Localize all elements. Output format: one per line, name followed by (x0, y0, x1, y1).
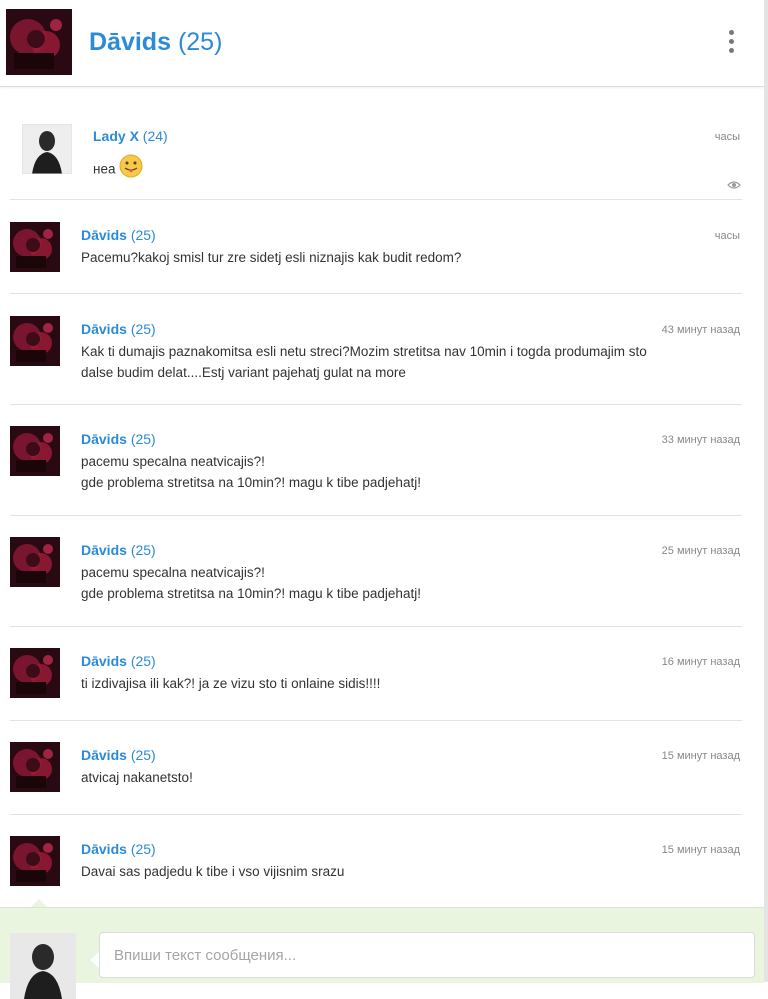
sender-avatar[interactable] (10, 537, 60, 587)
message-composer (0, 907, 764, 999)
message-line-text: Pacemu?kakoj smisl tur zre sidetj esli n… (81, 250, 462, 265)
contact-avatar[interactable] (6, 9, 72, 75)
author-age: (25) (130, 747, 156, 763)
sender-avatar[interactable] (10, 836, 60, 886)
author-age: (25) (130, 542, 156, 558)
contact-name: Dāvids (25) (89, 28, 222, 57)
message-text: Kak ti dumajis paznakomitsa esli netu st… (81, 341, 741, 383)
message-line-text: dalse budim delat....Estj variant pajeha… (81, 365, 406, 380)
author-age: (24) (142, 128, 168, 144)
tongue-face-emoji-icon (119, 154, 143, 178)
message-line-text: неа (93, 161, 116, 177)
message-line-text: pacemu specalna neatvicajis?! (81, 454, 265, 469)
message-divider (10, 515, 742, 516)
message-timestamp: 15 минут назад (661, 844, 740, 856)
author-age: (25) (130, 321, 156, 337)
message-line-text: Davai sas padjedu k tibe i vso vijisnim … (81, 864, 345, 879)
message-line-text: ti izdivajisa ili kak?! ja ze vizu sto t… (81, 676, 381, 691)
message-line: pacemu specalna neatvicajis?! (81, 562, 741, 583)
author-name: Dāvids (81, 841, 127, 857)
message-line: gde problema stretitsa na 10min?! magu k… (81, 583, 741, 604)
author-name: Dāvids (81, 653, 127, 669)
sender-avatar[interactable] (10, 316, 60, 366)
sender-avatar[interactable] (10, 426, 60, 476)
author-name: Lady X (93, 128, 139, 144)
message-timestamp: 25 минут назад (661, 545, 740, 557)
message-line: ti izdivajisa ili kak?! ja ze vizu sto t… (81, 673, 741, 694)
message-author[interactable]: Lady X (24) (93, 128, 168, 144)
author-name: Dāvids (81, 747, 127, 763)
message-line: Kak ti dumajis paznakomitsa esli netu st… (81, 341, 741, 362)
message-divider (10, 720, 742, 721)
message-author[interactable]: Dāvids (25) (81, 747, 156, 763)
author-name: Dāvids (81, 431, 127, 447)
message-line-text: atvicaj nakanetsto! (81, 770, 193, 785)
author-age: (25) (130, 227, 156, 243)
message-line-text: gde problema stretitsa na 10min?! magu k… (81, 586, 421, 601)
my-avatar[interactable] (10, 933, 76, 999)
message-timestamp: часы (714, 230, 740, 242)
message-author[interactable]: Dāvids (25) (81, 431, 156, 447)
message-line: Davai sas padjedu k tibe i vso vijisnim … (81, 861, 741, 882)
scrollbar-track[interactable] (764, 0, 768, 982)
contact-age: (25) (177, 28, 223, 56)
chat-header: Dāvids (25) (0, 0, 768, 87)
message-timestamp: 15 минут назад (661, 750, 740, 762)
message-line-text: pacemu specalna neatvicajis?! (81, 565, 265, 580)
message-divider (10, 626, 742, 627)
message-text: pacemu specalna neatvicajis?! gde problem… (81, 451, 741, 493)
message-text: atvicaj nakanetsto! (81, 767, 741, 788)
message-line: pacemu specalna neatvicajis?! (81, 451, 741, 472)
message-text: Davai sas padjedu k tibe i vso vijisnim … (81, 861, 741, 882)
message-divider (10, 404, 742, 405)
message-line: atvicaj nakanetsto! (81, 767, 741, 788)
message-line-text: gde problema stretitsa na 10min?! magu k… (81, 475, 421, 490)
author-age: (25) (130, 653, 156, 669)
message-timestamp: 16 минут назад (661, 656, 740, 668)
message-author[interactable]: Dāvids (25) (81, 321, 156, 337)
contact-name-text: Dāvids (89, 28, 171, 56)
sender-avatar[interactable] (10, 648, 60, 698)
message-line: Pacemu?kakoj smisl tur zre sidetj esli n… (81, 247, 741, 268)
sender-avatar-female[interactable] (22, 124, 72, 174)
message-divider (10, 814, 742, 815)
message-text: ti izdivajisa ili kak?! ja ze vizu sto t… (81, 673, 741, 694)
message-input[interactable] (99, 932, 755, 978)
sender-avatar[interactable] (10, 222, 60, 272)
author-name: Dāvids (81, 227, 127, 243)
message-text: Pacemu?kakoj smisl tur zre sidetj esli n… (81, 247, 741, 268)
more-options-icon[interactable] (722, 30, 740, 58)
message-divider (10, 293, 742, 294)
message-line: gde problema stretitsa na 10min?! magu k… (81, 472, 741, 493)
message-author[interactable]: Dāvids (25) (81, 653, 156, 669)
author-age: (25) (130, 841, 156, 857)
message-line: dalse budim delat....Estj variant pajeha… (81, 362, 741, 383)
message-timestamp: 33 минут назад (661, 434, 740, 446)
message-author[interactable]: Dāvids (25) (81, 841, 156, 857)
message-timestamp: часы (714, 131, 740, 143)
message-divider (10, 199, 742, 200)
author-age: (25) (130, 431, 156, 447)
sender-avatar[interactable] (10, 742, 60, 792)
seen-eye-icon (727, 181, 741, 189)
message-text: неа (93, 154, 753, 182)
author-name: Dāvids (81, 542, 127, 558)
message-author[interactable]: Dāvids (25) (81, 227, 156, 243)
message-line: неа (93, 154, 753, 182)
message-text: pacemu specalna neatvicajis?! gde problem… (81, 562, 741, 604)
message-line-text: Kak ti dumajis paznakomitsa esli netu st… (81, 344, 647, 359)
message-timestamp: 43 минут назад (661, 324, 740, 336)
message-author[interactable]: Dāvids (25) (81, 542, 156, 558)
author-name: Dāvids (81, 321, 127, 337)
